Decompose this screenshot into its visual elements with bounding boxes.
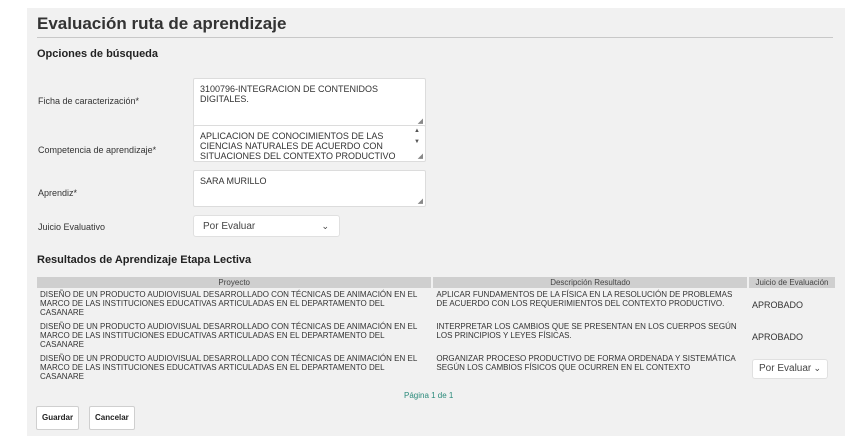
competencia-label: Competencia de aprendizaje* [38,145,157,155]
juicio-cell: APROBADO [748,288,837,320]
competencia-value: APLICACION DE CONOCIMIENTOS DE LAS CIENC… [200,131,396,161]
resize-grip-icon[interactable]: ◢ [418,198,423,205]
juicio-row-select[interactable]: Por Evaluar ⌄ [752,359,828,379]
results-section-title: Resultados de Aprendizaje Etapa Lectiva [37,254,252,266]
title-divider [37,37,833,38]
juicio-label: Juicio Evaluativo [38,222,106,232]
ficha-textarea[interactable]: 3100796-INTEGRACION DE CONTENIDOS DIGITA… [193,78,426,127]
scroll-down-icon[interactable]: ▼ [414,139,420,145]
ficha-label: Ficha de caracterización* [38,96,140,106]
proyecto-cell: DISEÑO DE UN PRODUCTO AUDIOVISUAL DESARR… [37,320,434,352]
proyecto-cell: DISEÑO DE UN PRODUCTO AUDIOVISUAL DESARR… [37,352,434,384]
chevron-down-icon: ⌄ [813,363,821,373]
page-title: Evaluación ruta de aprendizaje [37,14,287,33]
juicio-select[interactable]: Por Evaluar ⌄ [193,215,340,237]
search-section-title: Opciones de búsqueda [37,48,159,60]
aprendiz-textarea[interactable]: SARA MURILLO ◢ [193,170,426,207]
aprendiz-value: SARA MURILLO [200,176,267,186]
juicio-row-selected-value: Por Evaluar [759,363,812,374]
evaluation-panel: Evaluación ruta de aprendizaje Opciones … [27,8,845,436]
results-table: Proyecto Descripción Resultado Juicio de… [37,277,837,384]
scroll-up-icon[interactable]: ▲ [414,128,420,134]
descripcion-cell: APLICAR FUNDAMENTOS DE LA FÍSICA EN LA R… [432,288,749,320]
ficha-value: 3100796-INTEGRACION DE CONTENIDOS DIGITA… [200,84,379,104]
table-row: DISEÑO DE UN PRODUCTO AUDIOVISUAL DESARR… [37,288,837,320]
descripcion-cell: ORGANIZAR PROCESO PRODUCTIVO DE FORMA OR… [432,352,749,384]
column-header-descripcion: Descripción Resultado [432,277,749,288]
descripcion-cell: INTERPRETAR LOS CAMBIOS QUE SE PRESENTAN… [432,320,749,352]
pagination-label: Página 1 de 1 [404,391,454,400]
save-button[interactable]: Guardar [36,406,80,430]
column-header-juicio: Juicio de Evaluación [748,277,837,288]
competencia-textarea[interactable]: APLICACION DE CONOCIMIENTOS DE LAS CIENC… [193,125,426,162]
column-header-proyecto: Proyecto [37,277,434,288]
juicio-cell: APROBADO [748,320,837,352]
cancel-button[interactable]: Cancelar [89,406,135,430]
proyecto-cell: DISEÑO DE UN PRODUCTO AUDIOVISUAL DESARR… [37,288,434,320]
table-row: DISEÑO DE UN PRODUCTO AUDIOVISUAL DESARR… [37,320,837,352]
juicio-selected-value: Por Evaluar [203,221,256,232]
resize-grip-icon[interactable]: ◢ [418,153,423,160]
table-row: DISEÑO DE UN PRODUCTO AUDIOVISUAL DESARR… [37,352,837,384]
resize-grip-icon[interactable]: ◢ [418,118,423,125]
juicio-cell: Por Evaluar ⌄ [748,352,837,384]
aprendiz-label: Aprendiz* [38,188,78,198]
chevron-down-icon: ⌄ [321,221,329,231]
